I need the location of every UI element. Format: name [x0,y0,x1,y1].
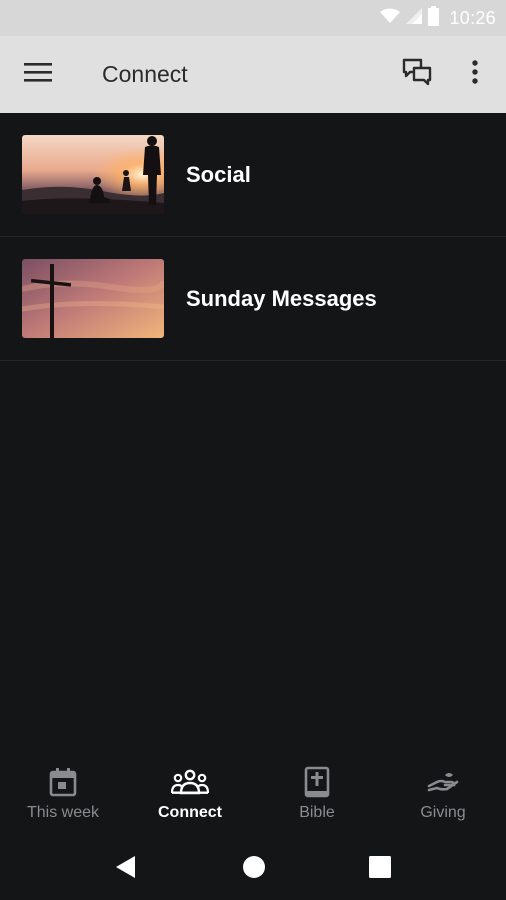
list-item-sunday-messages[interactable]: Sunday Messages [0,237,506,361]
wifi-icon [380,8,401,29]
home-button[interactable] [239,854,269,884]
bible-icon [304,766,330,798]
battery-icon [428,5,440,31]
more-options-button[interactable] [458,54,492,94]
page-title: Connect [102,61,188,87]
bottom-navigation: This week Connect Bible Giving [0,752,506,838]
recents-icon [369,855,391,883]
tab-label: Giving [420,804,466,821]
tab-bible[interactable]: Bible [254,752,380,838]
back-icon [115,855,137,884]
menu-icon [24,62,52,87]
list-item-label: Sunday Messages [186,285,377,311]
back-button[interactable] [111,854,141,884]
chat-icon [402,58,432,91]
menu-button[interactable] [18,56,58,92]
status-icons: 10:26 [380,0,496,36]
list-item-social[interactable]: Social [0,113,506,237]
tab-label: Bible [299,804,335,821]
calendar-icon [49,766,77,798]
recents-button[interactable] [365,854,395,884]
tab-connect[interactable]: Connect [127,752,253,838]
tab-label: This week [26,804,100,821]
cross-sunset-image [22,259,164,338]
group-icon [171,766,209,798]
app-bar: Connect [0,36,506,113]
list-item-label: Social [186,161,251,187]
tab-giving[interactable]: Giving [380,752,506,838]
status-time: 10:26 [449,7,496,28]
system-navigation-bar [0,838,506,900]
more-vert-icon [472,59,478,89]
chat-button[interactable] [396,54,438,94]
status-bar: 10:26 [0,0,506,36]
tab-label: Connect [158,804,222,821]
connect-list: Social Sunday Messages [0,113,506,361]
sunset-people-image [22,135,164,214]
tab-this-week[interactable]: This week [0,752,126,838]
signal-icon [406,7,423,29]
home-icon [242,855,266,884]
giving-hand-icon [427,766,459,798]
